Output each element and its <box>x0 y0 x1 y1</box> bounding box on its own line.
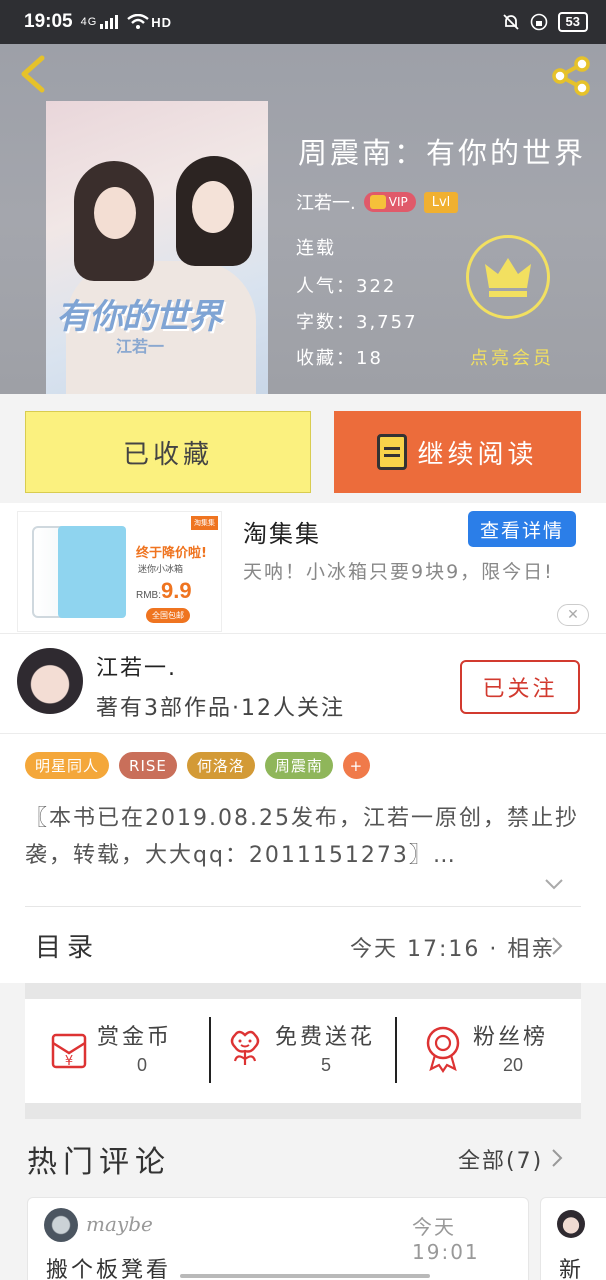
commenter-avatar[interactable] <box>557 1210 585 1238</box>
hot-comments-title: 热门评论 <box>27 1145 171 1180</box>
vip-member-button[interactable] <box>466 235 550 319</box>
ad-image[interactable]: 淘集集 终于降价啦! 迷你小冰箱 RMB:9.9 全国包邮 <box>17 511 222 632</box>
lock-rotation-icon <box>530 13 547 31</box>
ad-close-icon[interactable]: ✕ <box>557 604 589 626</box>
collected-button[interactable]: 已收藏 <box>25 411 311 493</box>
crown-icon <box>485 258 531 297</box>
author-name[interactable]: 江若一. <box>96 650 177 682</box>
hd-indicator: HD <box>151 14 173 30</box>
crown-icon <box>369 195 386 209</box>
hot-comments: 热门评论 全部(7) maybe 今天 19:01 搬个板凳看 新 <box>0 1119 606 1280</box>
author-stats: 著有3部作品·12人关注 <box>96 696 345 721</box>
book-cover[interactable]: 有你的世界 江若一 <box>46 101 268 394</box>
share-icon[interactable] <box>548 56 594 96</box>
cover-title: 有你的世界 <box>56 297 222 337</box>
reward-coins-count: 0 <box>137 1055 148 1075</box>
chevron-right-icon[interactable] <box>550 1147 564 1169</box>
ad-detail-button[interactable]: 查看详情 <box>468 511 576 547</box>
flower-icon <box>230 1030 260 1065</box>
vip-badge: VIP <box>363 192 416 212</box>
book-icon <box>377 434 408 470</box>
synopsis[interactable]: 〖本书已在2019.08.25发布，江若一原创，禁止抄袭，转载，大大qq：201… <box>25 800 581 874</box>
comment-text: 搬个板凳看 <box>46 1258 172 1280</box>
table-of-contents-row[interactable]: 目录 今天 17:16 · 相亲 <box>0 907 606 984</box>
author-line: 江若一. VIP Lvl <box>296 189 459 215</box>
cover-subtitle: 江若一 <box>116 337 165 356</box>
signal-icon <box>100 15 119 29</box>
reward-coins[interactable]: ¥ 赏金币 0 <box>45 1015 205 1085</box>
ad-price: RMB:9.9 <box>136 578 192 603</box>
separator <box>209 1017 211 1083</box>
tag-chip[interactable]: 明星同人 <box>25 752 110 779</box>
tag-chip[interactable]: 周震南 <box>264 752 333 779</box>
wifi-icon <box>127 14 150 29</box>
section-gap <box>25 983 581 999</box>
comment-time: 今天 19:01 <box>412 1215 480 1264</box>
toc-latest-update: 今天 17:16 · 相亲 <box>350 937 556 962</box>
ad-advertiser: 淘集集 <box>243 520 321 548</box>
commenter-avatar[interactable] <box>44 1208 78 1242</box>
author-avatar[interactable] <box>17 648 83 714</box>
status-bar: 19:05 4G HD 53 <box>0 0 606 44</box>
reward-fans[interactable]: 粉丝榜 20 <box>421 1015 571 1085</box>
ad-description: 天呐！小冰箱只要9块9，限今日! <box>243 561 554 583</box>
rewards-bar: ¥ 赏金币 0 免费送花 5 粉丝榜 20 <box>25 999 581 1103</box>
ad-shipping: 全国包邮 <box>146 608 190 623</box>
favorites-stat: 收藏：18 <box>296 348 383 369</box>
network-indicator: 4G <box>80 16 98 28</box>
ad-brand-corner: 淘集集 <box>191 516 218 530</box>
book-info: 明星同人 RISE 何洛洛 周震南 + 〖本书已在2019.08.25发布，江若一原创，… <box>0 733 606 983</box>
commenter-name[interactable]: maybe <box>86 1212 153 1236</box>
add-tag-button[interactable]: + <box>342 752 370 779</box>
back-icon[interactable] <box>14 52 54 96</box>
battery-indicator: 53 <box>557 12 588 32</box>
chevron-right-icon <box>552 937 563 955</box>
comment-card[interactable]: maybe 今天 19:01 搬个板凳看 <box>27 1197 529 1280</box>
section-gap <box>25 1103 581 1119</box>
word-count-stat: 字数：3,757 <box>296 312 418 333</box>
author-card[interactable]: 江若一. 著有3部作品·12人关注 已关注 <box>0 633 606 733</box>
reward-flowers-count: 5 <box>321 1055 332 1075</box>
tag-chip[interactable]: RISE <box>119 752 177 779</box>
status-time: 19:05 <box>24 11 73 32</box>
book-title: 周震南：有你的世界 <box>298 136 587 170</box>
follow-button[interactable]: 已关注 <box>460 660 580 714</box>
ad-promo-subtitle: 迷你小冰箱 <box>138 565 184 575</box>
tag-list: 明星同人 RISE 何洛洛 周震南 + <box>25 752 370 779</box>
level-badge: Lvl <box>423 191 459 213</box>
svg-text:¥: ¥ <box>65 1054 73 1069</box>
author-name-header[interactable]: 江若一. <box>296 189 356 215</box>
medal-icon <box>426 1026 460 1073</box>
continue-reading-button[interactable]: 继续阅读 <box>334 411 581 493</box>
comment-card[interactable]: 新 <box>540 1197 606 1280</box>
ad-promo-title: 终于降价啦! <box>136 546 207 561</box>
tag-chip[interactable]: 何洛洛 <box>186 752 255 779</box>
mute-bell-icon <box>502 14 519 30</box>
comment-text: 新 <box>559 1258 582 1280</box>
serial-status: 连载 <box>296 238 336 259</box>
reward-flowers[interactable]: 免费送花 5 <box>223 1015 393 1085</box>
chevron-down-icon[interactable] <box>544 874 564 894</box>
home-indicator[interactable] <box>180 1274 430 1278</box>
toc-label: 目录 <box>35 933 100 963</box>
ad-banner[interactable]: 淘集集 终于降价啦! 迷你小冰箱 RMB:9.9 全国包邮 淘集集 查看详情 天… <box>0 503 606 633</box>
separator <box>395 1017 397 1083</box>
reward-fans-count: 20 <box>503 1055 524 1075</box>
book-header: 有你的世界 江若一 周震南：有你的世界 江若一. VIP Lvl 连载 人气：3… <box>0 44 606 394</box>
red-envelope-icon: ¥ <box>51 1033 87 1069</box>
mini-fridge-image <box>58 526 126 618</box>
popularity-stat: 人气：322 <box>296 276 397 297</box>
vip-member-label[interactable]: 点亮会员 <box>470 344 566 370</box>
all-comments-link[interactable]: 全部(7) <box>458 1143 543 1175</box>
